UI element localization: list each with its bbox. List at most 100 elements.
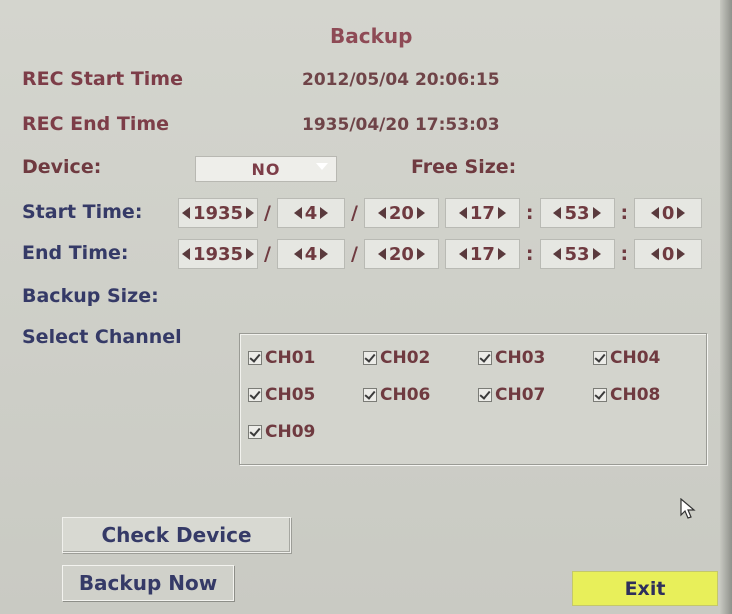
start-month-spinner[interactable]: 4 — [276, 198, 345, 228]
start-second-spinner[interactable]: 0 — [634, 198, 703, 228]
right-arrow-icon — [320, 207, 329, 219]
check-device-button[interactable]: Check Device — [62, 517, 291, 553]
channel-label: CH01 — [265, 348, 316, 368]
left-arrow-icon — [553, 207, 562, 219]
right-arrow-icon — [592, 207, 601, 219]
left-arrow-icon — [458, 248, 467, 260]
checkmark-icon — [478, 388, 492, 402]
right-arrow-icon — [497, 248, 506, 260]
left-arrow-icon — [181, 248, 190, 260]
start-day-value: 20 — [388, 202, 414, 224]
channel-checkbox-ch03[interactable]: CH03 — [478, 348, 545, 368]
end-second-spinner[interactable]: 0 — [634, 239, 703, 269]
channel-label: CH07 — [495, 385, 546, 405]
mouse-cursor-icon — [680, 498, 696, 519]
date-separator: / — [350, 202, 358, 224]
start-day-spinner[interactable]: 20 — [363, 198, 439, 228]
time-separator: : — [525, 202, 534, 224]
time-separator: : — [525, 243, 534, 265]
channel-label: CH08 — [610, 385, 661, 405]
channel-label: CH04 — [610, 348, 661, 368]
left-arrow-icon — [181, 207, 190, 219]
date-separator: / — [264, 202, 271, 224]
start-month-value: 4 — [304, 202, 318, 224]
rec-end-label: REC End Time — [22, 113, 170, 135]
end-minute-spinner[interactable]: 53 — [539, 239, 615, 269]
end-day-spinner[interactable]: 20 — [363, 239, 439, 269]
channel-label: CH06 — [380, 385, 431, 405]
start-second-value: 0 — [661, 202, 675, 224]
start-minute-value: 53 — [564, 202, 590, 224]
start-year-value: 1935 — [192, 202, 244, 224]
rec-start-value: 2012/05/04 20:06:15 — [302, 70, 500, 90]
left-arrow-icon — [293, 207, 302, 219]
dropdown-arrow-icon — [316, 163, 328, 170]
right-arrow-icon — [320, 248, 329, 260]
channel-checkbox-ch08[interactable]: CH08 — [593, 385, 660, 405]
checkmark-icon — [248, 425, 262, 439]
page-title: Backup — [330, 24, 413, 48]
left-arrow-icon — [458, 207, 467, 219]
time-separator: : — [620, 243, 629, 265]
backup-now-button[interactable]: Backup Now — [62, 565, 234, 601]
end-time-spinners: 1935 / 4 / 20 17 : 53 : 0 — [178, 237, 708, 271]
date-separator: / — [350, 243, 358, 265]
checkmark-icon — [363, 388, 377, 402]
channel-checkbox-ch07[interactable]: CH07 — [478, 385, 545, 405]
checkmark-icon — [248, 351, 262, 365]
backup-screen: Backup REC Start Time 2012/05/04 20:06:1… — [0, 0, 732, 614]
channel-checkbox-ch05[interactable]: CH05 — [248, 385, 315, 405]
channel-checkbox-ch04[interactable]: CH04 — [593, 348, 660, 368]
checkmark-icon — [478, 351, 492, 365]
right-arrow-icon — [497, 207, 506, 219]
start-hour-value: 17 — [469, 202, 495, 224]
right-arrow-icon — [677, 207, 686, 219]
channel-checkbox-ch06[interactable]: CH06 — [363, 385, 430, 405]
rec-end-value: 1935/04/20 17:53:03 — [302, 115, 500, 135]
channel-label: CH02 — [380, 348, 431, 368]
channel-label: CH03 — [495, 348, 546, 368]
channel-list: CH01 CH02 CH03 CH04 CH05 CH06 CH07 CH08 … — [239, 333, 707, 465]
right-arrow-icon — [677, 248, 686, 260]
right-arrow-icon — [416, 248, 425, 260]
right-arrow-icon — [246, 248, 255, 260]
start-hour-spinner[interactable]: 17 — [444, 198, 520, 228]
channel-checkbox-ch09[interactable]: CH09 — [248, 422, 315, 442]
channel-checkbox-ch02[interactable]: CH02 — [363, 348, 430, 368]
backup-size-label: Backup Size: — [22, 285, 159, 307]
end-day-value: 20 — [388, 243, 414, 265]
exit-button[interactable]: Exit — [572, 571, 718, 606]
end-second-value: 0 — [661, 243, 675, 265]
start-time-spinners: 1935 / 4 / 20 17 : 53 : 0 — [178, 196, 708, 230]
end-minute-value: 53 — [564, 243, 590, 265]
end-hour-value: 17 — [469, 243, 495, 265]
start-minute-spinner[interactable]: 53 — [539, 198, 615, 228]
device-select[interactable]: NO — [195, 156, 337, 182]
start-time-label: Start Time: — [22, 201, 143, 223]
checkmark-icon — [248, 388, 262, 402]
channel-label: CH09 — [265, 422, 316, 442]
left-arrow-icon — [293, 248, 302, 260]
start-year-spinner[interactable]: 1935 — [178, 198, 258, 228]
right-arrow-icon — [416, 207, 425, 219]
channel-checkbox-ch01[interactable]: CH01 — [248, 348, 315, 368]
rec-start-label: REC Start Time — [22, 68, 183, 90]
end-hour-spinner[interactable]: 17 — [444, 239, 520, 269]
select-channel-label: Select Channel — [22, 326, 182, 348]
channel-label: CH05 — [265, 385, 316, 405]
end-year-spinner[interactable]: 1935 — [178, 239, 258, 269]
free-size-label: Free Size: — [411, 156, 517, 178]
device-selected-value: NO — [251, 159, 281, 179]
end-month-spinner[interactable]: 4 — [276, 239, 345, 269]
checkmark-icon — [593, 388, 607, 402]
left-arrow-icon — [377, 207, 386, 219]
device-label: Device: — [22, 156, 102, 178]
date-separator: / — [264, 243, 271, 265]
left-arrow-icon — [650, 207, 659, 219]
left-arrow-icon — [650, 248, 659, 260]
right-arrow-icon — [246, 207, 255, 219]
left-arrow-icon — [553, 248, 562, 260]
end-time-label: End Time: — [22, 242, 129, 264]
checkmark-icon — [593, 351, 607, 365]
monitor-edge — [720, 0, 732, 614]
